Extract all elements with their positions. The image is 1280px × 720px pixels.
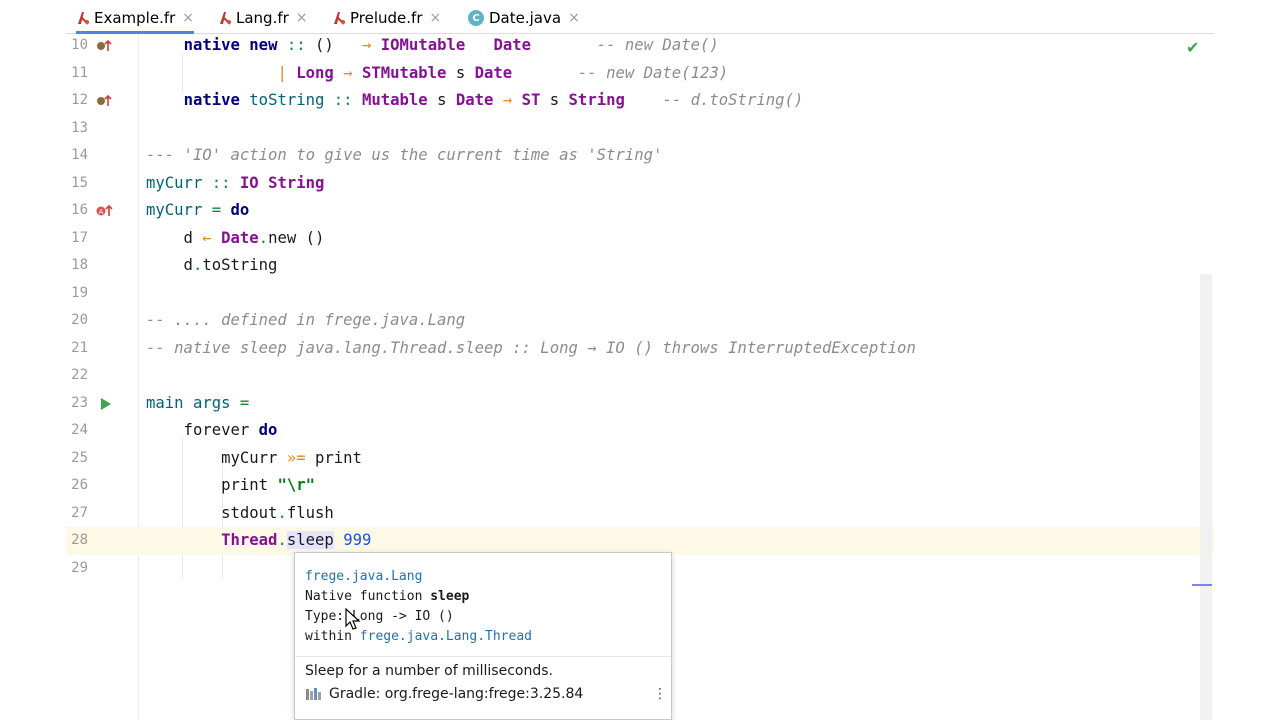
line-number: 13 [71,119,88,136]
close-icon[interactable]: × [296,10,308,26]
doc-library: Gradle: org.frege-lang:frege:3.25.84 [305,686,583,702]
frege-file-icon [76,10,90,26]
code-text: myCurr :: IO String [146,173,325,192]
close-icon[interactable]: × [182,10,194,26]
tab-lang-fr[interactable]: Lang.fr × [218,4,308,32]
code-line-23: 23 main args = [66,390,1214,418]
code-line-12: 12 native toString :: Mutable s Date → S… [66,87,1214,115]
editor-tab-bar: Example.fr × Lang.fr × Prelude.fr × C Da… [66,0,1214,34]
code-line-17: 17 d ← Date.new () [66,225,1214,253]
code-text: main args = [146,393,250,412]
inspection-ok-icon[interactable]: ✔ [1186,38,1199,57]
tab-label: Prelude.fr [350,9,423,27]
code-text: print "\r" [146,476,315,494]
code-text: d ← Date.new () [146,228,325,247]
code-line-19: 19 [66,280,1214,308]
line-number: 16 [71,202,88,218]
code-text: stdout.flush [146,503,334,522]
svg-text:A: A [99,208,104,216]
code-text: --- 'IO' action to give us the current t… [146,146,663,164]
code-line-26: 26 print "\r" [66,472,1214,500]
code-line-18: 18 d.toString [66,252,1214,280]
implements-arrow-icon[interactable] [96,38,114,54]
doc-description: Sleep for a number of milliseconds. [305,663,553,679]
code-text: -- .... defined in frege.java.Lang [146,311,466,329]
code-line-10: 10 native new :: () → IOMutable Date -- … [66,32,1214,60]
close-icon[interactable]: × [568,10,580,26]
doc-module-link[interactable]: frege.java.Lang [305,569,422,584]
tab-label: Example.fr [94,8,176,27]
code-text: | Long → STMutable s Date -- new Date(12… [277,63,729,82]
library-icon [306,688,321,700]
mouse-pointer-icon [345,608,361,630]
tab-label: Lang.fr [236,9,289,27]
line-number: 15 [71,174,88,191]
line-number: 12 [71,92,88,108]
line-number: 25 [71,449,88,466]
tab-example-fr[interactable]: Example.fr × [76,4,195,34]
quick-documentation-popup: frege.java.Lang Native function sleep Ty… [294,552,672,720]
doc-gradle-label: Gradle: org.frege-lang:frege:3.25.84 [329,686,584,702]
line-number: 17 [71,229,88,246]
code-line-27: 27 stdout.flush [66,500,1214,528]
run-icon[interactable] [96,396,114,412]
code-text: -- native sleep java.lang.Thread.sleep :… [146,338,916,357]
code-line-16: 16 A myCurr = do [66,197,1214,225]
code-line-22: 22 [66,362,1214,390]
line-number: 22 [71,367,88,383]
frege-file-icon [332,10,346,26]
annotation-arrow-icon[interactable]: A [96,203,114,219]
line-number: 27 [71,504,88,521]
frege-file-icon [218,10,232,26]
right-margin [1214,0,1280,720]
implements-arrow-icon[interactable] [96,93,114,109]
line-number: 10 [71,37,88,53]
code-line-24: 24 forever do [66,417,1214,445]
line-number: 18 [71,257,88,273]
scrollbar-marker [1192,584,1212,586]
line-number: 14 [71,147,88,163]
line-number: 11 [71,64,88,81]
java-class-icon: C [468,10,484,26]
code-line-15: 15 myCurr :: IO String [66,170,1214,198]
code-line-14: 14 --- 'IO' action to give us the curren… [66,142,1214,170]
code-line-13: 13 [66,115,1214,143]
doc-type: Type: Long -> IO () [305,609,454,624]
line-number: 29 [71,559,88,576]
code-line-28: 28 Thread.sleep 999 [66,527,1214,555]
more-options-icon[interactable]: ⋮ [653,687,667,701]
line-number: 19 [71,284,88,301]
code-line-11: 11 | Long → STMutable s Date -- new Date… [66,60,1214,88]
line-number: 26 [71,477,88,493]
line-number: 24 [71,422,88,438]
code-line-25: 25 myCurr »= print [66,445,1214,473]
line-number: 21 [71,339,88,356]
doc-within-link[interactable]: frege.java.Lang.Thread [360,629,532,644]
tab-label: Date.java [489,9,562,27]
ide-window: Example.fr × Lang.fr × Prelude.fr × C Da… [66,0,1214,720]
vertical-scrollbar[interactable] [1200,274,1212,720]
left-margin [0,0,66,720]
code-line-20: 20 -- .... defined in frege.java.Lang [66,307,1214,335]
doc-separator [295,656,671,657]
code-text: d.toString [146,256,278,274]
code-text: native new :: () → IOMutable Date -- new… [183,36,719,54]
code-text: Thread.sleep 999 [221,531,372,549]
line-number: 20 [71,312,88,328]
line-number: 23 [71,394,88,411]
tab-date-java[interactable]: C Date.java × [468,4,580,32]
doc-signature: Native function sleep [305,589,470,604]
line-number: 28 [71,532,88,548]
code-text: myCurr »= print [146,448,362,467]
doc-within: within frege.java.Lang.Thread [305,629,532,644]
close-icon[interactable]: × [430,10,442,26]
code-line-21: 21 -- native sleep java.lang.Thread.slee… [66,335,1214,363]
tab-prelude-fr[interactable]: Prelude.fr × [332,4,441,32]
code-text: myCurr = do [146,201,250,219]
code-text: native toString :: Mutable s Date → ST s… [183,91,804,109]
code-text: forever do [146,421,278,439]
